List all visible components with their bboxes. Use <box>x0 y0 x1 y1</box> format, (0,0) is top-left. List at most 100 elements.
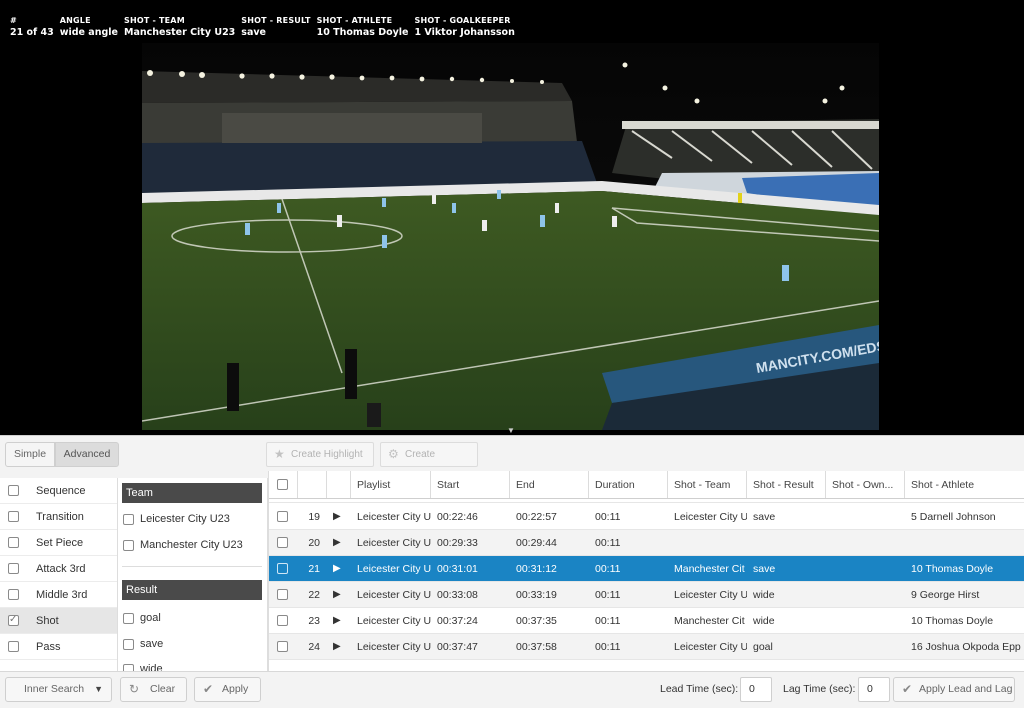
apply-lead-lag-button[interactable]: ✔ Apply Lead and Lag <box>893 677 1015 702</box>
category-item[interactable]: Shot <box>0 608 117 634</box>
row-shot-own <box>826 556 905 581</box>
team-filter-option[interactable]: Manchester City U23 <box>122 539 243 551</box>
overlay-value: wide angle <box>59 27 118 38</box>
row-checkbox[interactable] <box>277 641 288 652</box>
select-all-cell[interactable] <box>269 471 298 498</box>
header-playlist[interactable]: Playlist <box>351 471 431 498</box>
header-start[interactable]: Start <box>431 471 510 498</box>
table-row[interactable]: ▶ 23 Leicester City U 00:37:24 00:37:35 00:11… <box>269 608 1024 634</box>
row-select-cell[interactable] <box>269 504 298 529</box>
checkbox[interactable] <box>123 664 134 671</box>
row-shot-athlete: 10 Thomas Doyle <box>911 615 994 627</box>
table-row[interactable]: ▶ 19 Leicester City U 00:22:46 00:22:57 00:11… <box>269 504 1024 530</box>
header-end[interactable]: End <box>510 471 589 498</box>
play-icon[interactable]: ▶ <box>327 608 351 633</box>
row-duration: 00:11 <box>595 589 621 601</box>
mode-advanced-button[interactable]: Advanced <box>55 442 119 467</box>
row-number: 19 <box>308 511 320 523</box>
category-item[interactable]: Transition <box>0 504 117 530</box>
row-checkbox[interactable] <box>277 511 288 522</box>
category-item[interactable]: Sequence <box>0 478 117 504</box>
row-checkbox[interactable] <box>277 563 288 574</box>
row-shot-result: save <box>753 563 776 575</box>
lead-time-label: Lead Time (sec): <box>660 683 739 695</box>
clear-button[interactable]: ↻ Clear <box>120 677 187 702</box>
row-shot-athlete <box>905 530 1024 555</box>
category-item[interactable]: Attack 3rd <box>0 556 117 582</box>
team-filter-label: Manchester City U23 <box>140 539 243 551</box>
table-row[interactable]: ▶ 22 Leicester City U 00:33:08 00:33:19 00:11… <box>269 582 1024 608</box>
checkbox[interactable] <box>8 485 19 496</box>
row-end: 00:31:12 <box>516 563 557 575</box>
checkbox[interactable] <box>123 540 134 551</box>
table-row[interactable]: ▶ 24 Leicester City U 00:37:47 00:37:58 00:11… <box>269 634 1024 660</box>
row-shot-own <box>826 582 905 607</box>
inner-search-dropdown[interactable]: Inner Search ▼ <box>5 677 112 702</box>
category-list: Sequence Transition Set Piece Attack 3rd Mid… <box>0 478 118 671</box>
apply-button[interactable]: ✔ Apply <box>194 677 261 702</box>
divider <box>122 566 262 567</box>
create-review-button[interactable]: ⚙ Create Review <box>380 442 478 483</box>
category-item[interactable]: Pass <box>0 634 117 660</box>
row-select-cell[interactable] <box>269 530 298 555</box>
row-select-cell[interactable] <box>269 556 298 581</box>
row-end: 00:37:35 <box>516 615 557 627</box>
header-play <box>327 471 351 498</box>
checkbox[interactable] <box>8 613 19 627</box>
overlay-heading: # <box>10 16 17 25</box>
table-row[interactable]: ▶ 21 Leicester City U 00:31:01 00:31:12 00:11… <box>269 556 1024 582</box>
row-start: 00:37:24 <box>437 615 478 627</box>
checkbox[interactable] <box>8 641 19 652</box>
overlay-column: SHOT - TEAM Manchester City U23 <box>124 16 235 38</box>
table-row-partial <box>269 499 1024 503</box>
create-highlight-button[interactable]: ★ Create Highlight <box>266 442 374 467</box>
overlay-heading: ANGLE <box>59 16 91 25</box>
category-item[interactable]: Set Piece <box>0 530 117 556</box>
header-duration[interactable]: Duration <box>589 471 668 498</box>
result-filter-option[interactable]: goal <box>122 612 161 624</box>
row-start: 00:33:08 <box>437 589 478 601</box>
stadium-scene: MANCITY.COM/EDS <box>142 43 879 430</box>
video-frame[interactable]: MANCITY.COM/EDS <box>142 43 879 430</box>
mode-simple-button[interactable]: Simple <box>5 442 55 467</box>
play-icon[interactable]: ▶ <box>327 582 351 607</box>
select-all-checkbox[interactable] <box>277 479 288 490</box>
play-icon[interactable]: ▶ <box>327 504 351 529</box>
checkbox[interactable] <box>123 613 134 624</box>
checkbox[interactable] <box>8 589 19 600</box>
checkbox[interactable] <box>123 514 134 525</box>
checkbox[interactable] <box>123 639 134 650</box>
row-checkbox[interactable] <box>277 589 288 600</box>
table-row[interactable]: ▶ 20 Leicester City U 00:29:33 00:29:44 00:11 <box>269 530 1024 556</box>
refresh-icon: ↻ <box>129 682 140 696</box>
checkbox[interactable] <box>8 511 19 522</box>
video-player[interactable]: #21 of 43 ANGLE wide angle SHOT - TEAM Manch… <box>0 0 1024 435</box>
overlay-heading: SHOT - RESULT <box>241 16 311 25</box>
lag-time-input[interactable]: 0 <box>858 677 890 702</box>
row-checkbox[interactable] <box>277 537 288 548</box>
overlay-column: SHOT - GOALKEEPER 1 Viktor Johansson <box>415 16 515 38</box>
row-shot-own <box>826 634 905 659</box>
header-shot-result[interactable]: Shot - Result <box>747 471 826 498</box>
team-filter-option[interactable]: Leicester City U23 <box>122 513 230 525</box>
lead-time-input[interactable]: 0 <box>740 677 772 702</box>
row-number: 21 <box>308 563 320 575</box>
overlay-value: 1 Viktor Johansson <box>414 27 515 38</box>
checkbox[interactable] <box>8 537 19 548</box>
row-checkbox[interactable] <box>277 615 288 626</box>
result-filter-option[interactable]: wide <box>122 663 163 671</box>
play-icon[interactable]: ▶ <box>327 634 351 659</box>
row-duration: 00:11 <box>595 641 621 653</box>
checkbox[interactable] <box>8 563 19 574</box>
row-select-cell[interactable] <box>269 634 298 659</box>
row-select-cell[interactable] <box>269 582 298 607</box>
play-icon[interactable]: ▶ <box>327 556 351 581</box>
header-shot-own[interactable]: Shot - Own... <box>826 471 905 498</box>
header-shot-team[interactable]: Shot - Team <box>668 471 747 498</box>
header-shot-athlete[interactable]: Shot - Athlete <box>905 471 1024 498</box>
category-item[interactable]: Middle 3rd <box>0 582 117 608</box>
row-select-cell[interactable] <box>269 608 298 633</box>
result-filter-option[interactable]: save <box>122 638 163 650</box>
collapse-handle-icon[interactable]: ▼ <box>505 426 517 435</box>
play-icon[interactable]: ▶ <box>327 530 351 555</box>
